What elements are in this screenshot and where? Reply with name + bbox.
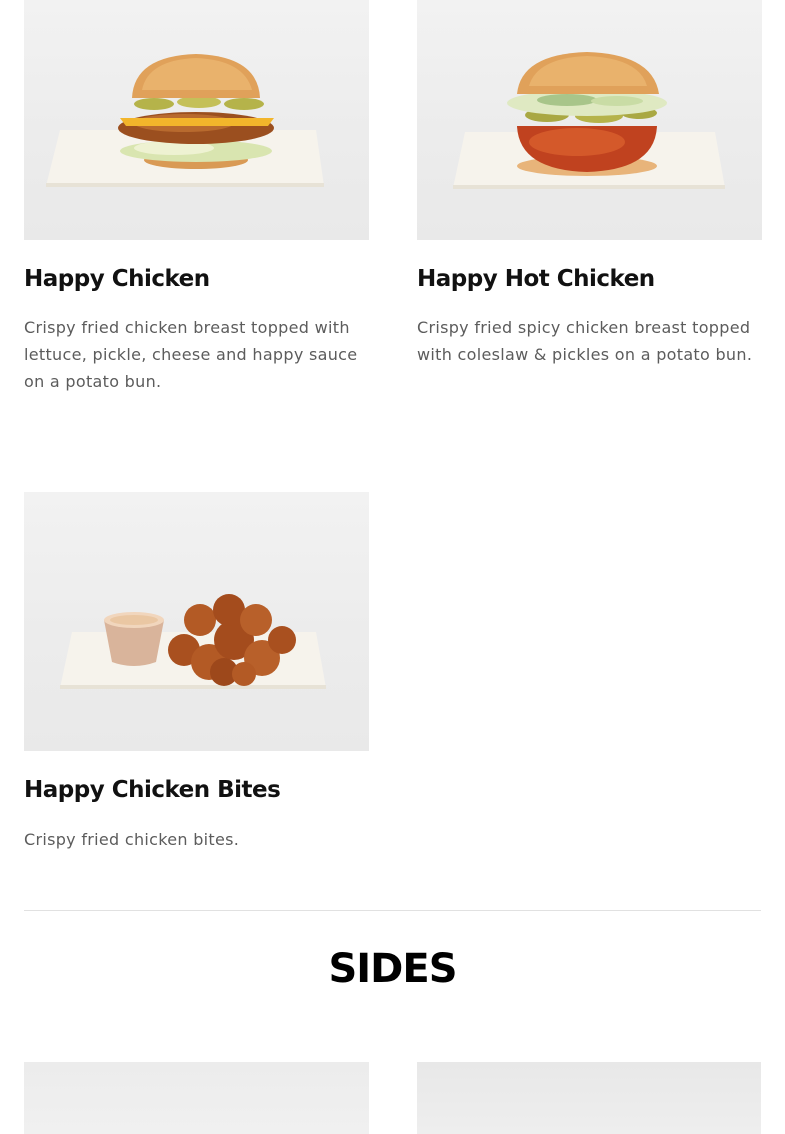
chicken-sandwich-photo[interactable] [24, 0, 369, 240]
sides-heading: SIDES [328, 946, 457, 992]
item-title[interactable]: Happy Chicken [24, 266, 210, 292]
chicken-bites-photo[interactable] [24, 492, 369, 751]
side-photo[interactable] [417, 1062, 761, 1134]
side-photo[interactable] [24, 1062, 369, 1134]
item-title[interactable]: Happy Chicken Bites [24, 777, 281, 803]
item-description: Crispy fried chicken bites. [24, 830, 240, 849]
hot-chicken-sandwich-photo[interactable] [417, 0, 762, 240]
item-title[interactable]: Happy Hot Chicken [417, 266, 655, 292]
item-description: Crispy fried chicken breast topped with … [24, 318, 358, 391]
item-description: Crispy fried spicy chicken breast topped… [417, 318, 753, 364]
section-divider [24, 910, 761, 911]
